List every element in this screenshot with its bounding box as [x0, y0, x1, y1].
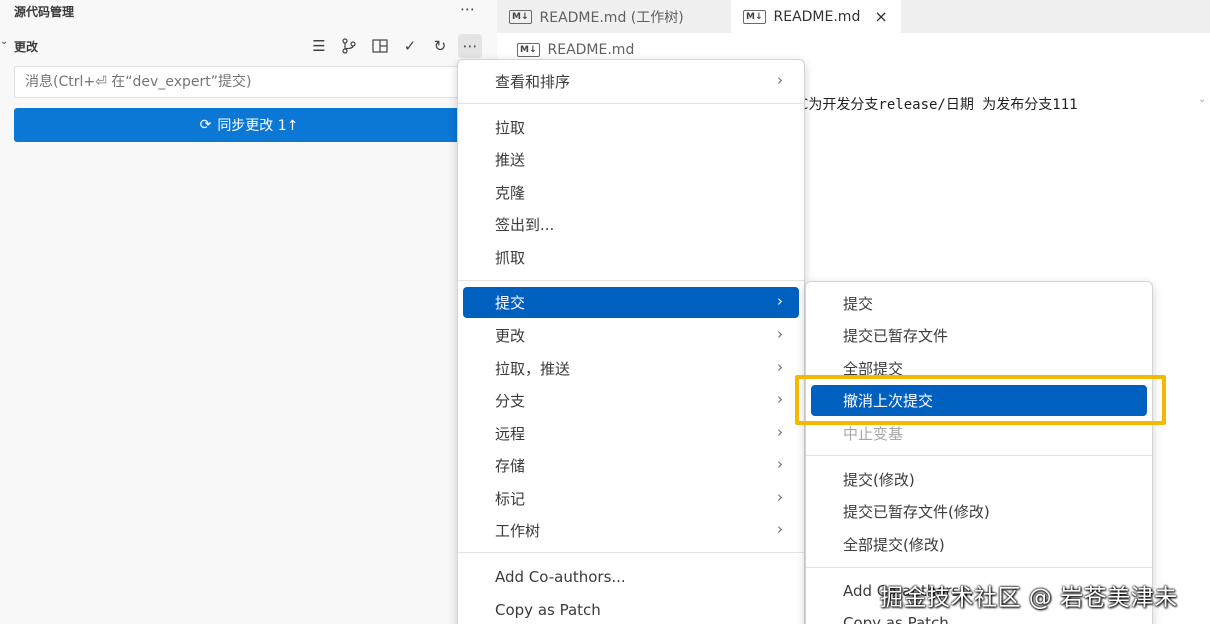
submenu-item-commit-all-amend[interactable]: 全部提交(修改)	[811, 529, 1147, 560]
markdown-icon: M↓	[509, 9, 532, 24]
menu-item-pull-push[interactable]: 拉取，推送 ›	[463, 353, 799, 384]
tab-label: README.md	[773, 8, 861, 25]
refresh-icon[interactable]: ↻	[428, 34, 452, 58]
branch-graph-icon[interactable]	[337, 34, 361, 58]
chevron-down-icon[interactable]: ⌄	[1198, 94, 1206, 105]
chevron-right-icon: ›	[777, 488, 783, 506]
commit-message-input[interactable]	[14, 66, 484, 98]
menu-item-copy-patch[interactable]: Copy as Patch	[463, 594, 799, 624]
annotation-highlight-box	[795, 375, 1166, 425]
changes-section-header[interactable]: ⌄ 更改 ☰ ✓ ↻ ⋯	[0, 34, 497, 58]
editor-code-line[interactable]: C为开发分支release/日期 为发布分支111	[800, 94, 1078, 114]
chevron-right-icon: ›	[777, 390, 783, 408]
submenu-item-commit[interactable]: 提交	[811, 288, 1147, 319]
menu-item-branch[interactable]: 分支 ›	[463, 385, 799, 416]
menu-item-changes[interactable]: 更改 ›	[463, 320, 799, 351]
tab-readme-worktree[interactable]: M↓ README.md (工作树)	[497, 0, 696, 33]
tab-readme[interactable]: M↓ README.md ×	[731, 0, 901, 33]
sync-icon: ⟳	[199, 117, 212, 133]
changes-section-label: 更改	[14, 40, 39, 54]
chevron-right-icon: ›	[777, 520, 783, 538]
editor-tab-bar: M↓ README.md (工作树) M↓ README.md ×	[497, 0, 1210, 33]
markdown-icon: M↓	[517, 43, 540, 57]
layout-icon[interactable]	[368, 34, 392, 58]
list-view-icon[interactable]: ☰	[307, 34, 331, 58]
menu-item-clone[interactable]: 克隆	[463, 177, 799, 208]
breadcrumb-file[interactable]: README.md	[548, 42, 635, 58]
menu-item-view-sort[interactable]: 查看和排序 ›	[463, 66, 799, 97]
more-actions-icon[interactable]: ⋯	[458, 34, 482, 58]
chevron-right-icon: ›	[777, 71, 783, 89]
chevron-right-icon: ›	[777, 325, 783, 343]
sync-button-label: 同步更改 1↑	[217, 118, 299, 134]
more-actions-menu: 查看和排序 › 拉取 推送 克隆 签出到... 抓取 提交 › 更改 › 拉取，推送 ›…	[457, 59, 805, 624]
submenu-item-commit-staged-amend[interactable]: 提交已暂存文件(修改)	[811, 496, 1147, 527]
menu-item-add-coauthors[interactable]: Add Co-authors...	[463, 561, 799, 592]
menu-item-pull[interactable]: 拉取	[463, 112, 799, 143]
watermark: 掘金技术社区 @ 岩苍美津未	[880, 585, 1178, 611]
close-icon[interactable]: ×	[874, 7, 887, 26]
chevron-right-icon: ›	[777, 358, 783, 376]
commit-submenu: 提交 提交已暂存文件 全部提交 撤消上次提交 中止变基 提交(修改) 提交已暂存…	[805, 281, 1153, 624]
menu-item-tags[interactable]: 标记 ›	[463, 483, 799, 514]
submenu-item-commit-amend[interactable]: 提交(修改)	[811, 464, 1147, 495]
chevron-down-icon[interactable]: ⌄	[0, 36, 8, 47]
sync-changes-button[interactable]: ⟳ 同步更改 1↑	[14, 108, 484, 142]
chevron-right-icon: ›	[777, 292, 783, 310]
breadcrumb[interactable]: M↓ README.md	[517, 42, 634, 58]
tab-label: README.md (工作树)	[539, 9, 684, 26]
menu-item-remote[interactable]: 远程 ›	[463, 418, 799, 449]
menu-item-stash[interactable]: 存储 ›	[463, 450, 799, 481]
submenu-item-commit-staged[interactable]: 提交已暂存文件	[811, 320, 1147, 351]
ellipsis-icon[interactable]: ⋯	[460, 0, 475, 18]
menu-item-worktree[interactable]: 工作树 ›	[463, 515, 799, 546]
menu-item-fetch[interactable]: 抓取	[463, 242, 799, 273]
menu-item-push[interactable]: 推送	[463, 144, 799, 175]
menu-item-checkout[interactable]: 签出到...	[463, 209, 799, 240]
chevron-right-icon: ›	[777, 455, 783, 473]
markdown-icon: M↓	[743, 9, 766, 24]
commit-check-icon[interactable]: ✓	[398, 34, 422, 58]
source-control-sidebar: 源代码管理 ⋯ ⌄ 更改 ☰ ✓ ↻ ⋯ ⟳ 同步更改 1↑	[0, 0, 497, 624]
sidebar-title: 源代码管理	[14, 5, 75, 19]
menu-item-commit[interactable]: 提交 ›	[463, 287, 799, 318]
chevron-right-icon: ›	[777, 423, 783, 441]
